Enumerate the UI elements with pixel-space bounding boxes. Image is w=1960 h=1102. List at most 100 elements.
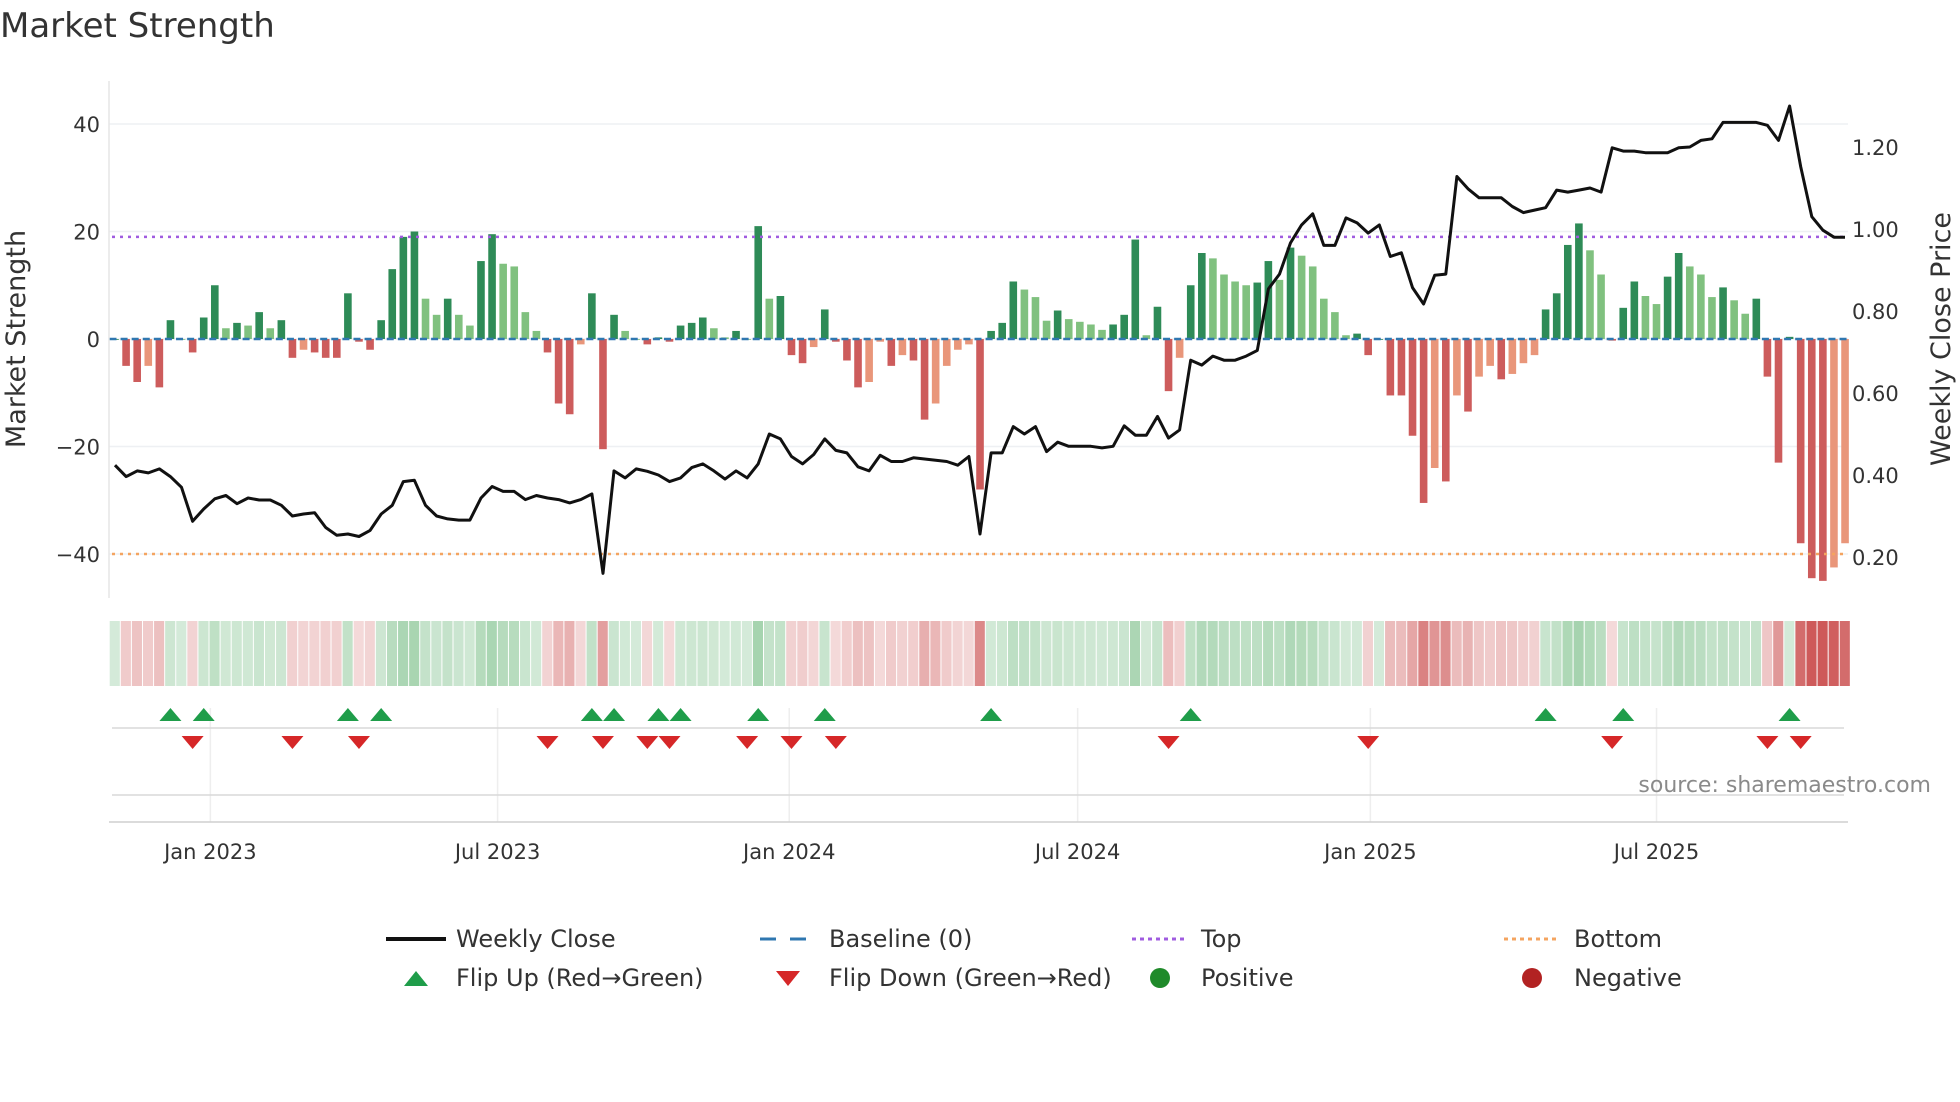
strip-cell xyxy=(1152,621,1163,686)
strip-cell xyxy=(564,621,575,686)
strength-bar xyxy=(477,261,485,339)
strength-bar xyxy=(1242,285,1250,339)
strip-cell xyxy=(764,621,775,686)
triangle-down-icon xyxy=(758,968,820,994)
strip-cell xyxy=(730,621,741,686)
strength-bar xyxy=(1331,312,1339,339)
strength-bar xyxy=(277,320,286,339)
strip-cell xyxy=(1562,621,1573,686)
triangle-up-icon xyxy=(386,968,448,994)
flip-up-marker xyxy=(603,708,626,721)
strength-bar xyxy=(321,339,330,358)
strength-bar xyxy=(698,317,707,339)
flip-down-marker xyxy=(347,736,370,749)
strength-bar xyxy=(233,322,241,339)
strength-bar xyxy=(521,312,530,339)
strength-bar xyxy=(288,339,297,358)
strength-bar xyxy=(765,298,774,339)
strength-bar xyxy=(1841,339,1849,544)
strip-cell xyxy=(996,621,1007,686)
strip-cell xyxy=(398,621,409,686)
y2-axis-label: Weekly Close Price xyxy=(1926,212,1957,466)
strength-bar xyxy=(1630,281,1639,339)
strip-cell xyxy=(242,621,253,686)
strip-cell xyxy=(1207,621,1218,686)
strength-bar xyxy=(144,339,153,366)
strength-bar xyxy=(1719,287,1727,339)
strip-cell xyxy=(1684,621,1695,686)
strength-bar xyxy=(211,285,219,339)
strength-bar xyxy=(1685,266,1694,339)
strip-cell xyxy=(1717,621,1728,686)
strip-cell xyxy=(353,621,364,686)
strip-cell xyxy=(508,621,520,686)
strength-bar xyxy=(1807,339,1816,579)
strength-bar xyxy=(333,339,341,358)
strip-cell xyxy=(797,621,808,686)
strength-bar xyxy=(599,339,607,450)
strip-cell xyxy=(1296,621,1307,686)
strip-cell xyxy=(442,621,453,686)
flip-up-marker xyxy=(1179,708,1202,721)
y2-tick-label: 0.40 xyxy=(1852,464,1899,488)
strength-bar xyxy=(466,325,474,339)
strip-cell xyxy=(1595,621,1606,686)
strength-bar xyxy=(1120,314,1128,339)
strength-bar xyxy=(898,339,907,356)
strength-bar xyxy=(1663,276,1672,339)
strength-bar xyxy=(710,328,718,339)
flip-up-marker xyxy=(580,708,603,721)
flip-up-marker xyxy=(336,708,359,721)
strength-bar xyxy=(676,325,685,339)
strip-cell xyxy=(154,621,165,686)
y-tick-label: −40 xyxy=(56,543,100,567)
strip-cell xyxy=(1473,621,1484,686)
flip-down-marker xyxy=(636,736,659,749)
strength-bar xyxy=(1830,339,1838,568)
strip-cell xyxy=(930,621,941,686)
strength-bar xyxy=(1674,253,1683,339)
strength-bar xyxy=(865,339,873,382)
strength-bar xyxy=(133,339,141,382)
strength-bar xyxy=(310,339,319,353)
strength-bar xyxy=(388,269,397,339)
strength-bar xyxy=(1708,297,1716,339)
strip-cell xyxy=(220,621,231,686)
strip-cell xyxy=(1495,621,1507,686)
flip-down-marker xyxy=(1601,736,1624,749)
strip-cell xyxy=(1274,621,1285,686)
strength-bar xyxy=(188,339,197,353)
strip-cell xyxy=(1174,621,1185,686)
flip-down-marker xyxy=(824,736,847,749)
strip-cell xyxy=(1030,621,1041,686)
strength-bar xyxy=(299,339,308,350)
strip-cell xyxy=(1418,621,1429,686)
strip-cell xyxy=(786,621,797,686)
strip-cell xyxy=(1218,621,1229,686)
legend-label: Weekly Close xyxy=(456,925,616,953)
strip-cell xyxy=(1617,621,1629,686)
strength-bar xyxy=(998,322,1006,339)
strength-bar xyxy=(1419,339,1428,503)
strip-cell xyxy=(741,621,752,686)
strip-cell xyxy=(1673,621,1684,686)
strip-cell xyxy=(886,621,897,686)
strength-bar xyxy=(1774,339,1783,463)
strip-cell xyxy=(841,621,852,686)
strength-bar xyxy=(443,298,452,339)
flip-up-marker xyxy=(747,708,770,721)
strip-cell xyxy=(1573,621,1584,686)
x-tick-label: Jul 2024 xyxy=(1033,840,1120,864)
strip-cell xyxy=(331,621,342,686)
strength-bar xyxy=(1430,339,1439,468)
strip-cell xyxy=(1773,621,1784,686)
strength-bar xyxy=(1020,289,1029,339)
strength-bar xyxy=(1497,339,1506,380)
strip-cell xyxy=(1007,621,1019,686)
strip-cell xyxy=(1340,621,1351,686)
strip-cell xyxy=(1385,621,1396,686)
flip-up-marker xyxy=(192,708,215,721)
strength-bar xyxy=(122,339,130,366)
strip-cell xyxy=(1407,621,1418,686)
strip-cell xyxy=(1229,621,1240,686)
